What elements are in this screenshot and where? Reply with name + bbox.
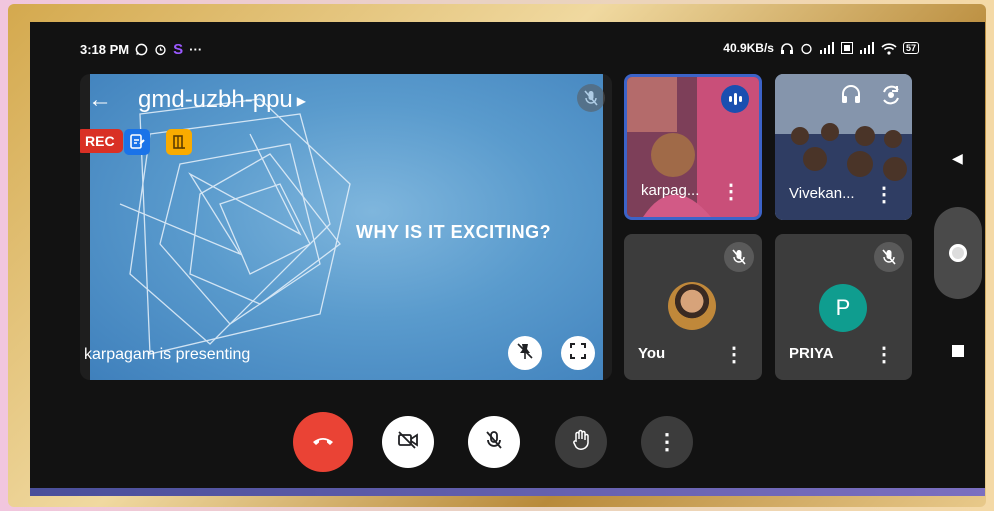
more-options-icon[interactable]: ⋮ <box>874 345 894 365</box>
nav-recents-icon[interactable] <box>952 345 964 357</box>
end-call-icon <box>312 433 334 451</box>
network-speed: 40.9KB/s <box>723 41 774 55</box>
speaking-indicator-icon <box>721 85 749 113</box>
camera-off-icon <box>397 430 419 454</box>
mic-off-icon <box>874 242 904 272</box>
nav-back-icon[interactable]: ◀ <box>952 150 963 167</box>
more-notifications: ··· <box>189 42 203 57</box>
meeting-code-text: gmd-uzbh-ppu <box>138 86 293 113</box>
battery-icon: 57 <box>902 42 919 54</box>
end-call-button[interactable] <box>293 412 353 472</box>
participant-name: You <box>638 345 666 362</box>
presentation-tile[interactable]: WHY IS IT EXCITING? ← gmd-uzbh-ppu ▶ REC … <box>80 74 612 380</box>
mic-off-icon <box>724 242 754 272</box>
status-right: 40.9KB/s 57 <box>723 41 919 55</box>
chevron-right-icon: ▶ <box>296 93 306 108</box>
alarm-icon <box>154 43 167 56</box>
status-left: 3:18 PM S ··· <box>80 41 202 58</box>
status-bar: 3:18 PM S ··· 40.9KB/s 57 <box>30 22 985 62</box>
shared-slide: WHY IS IT EXCITING? <box>90 74 603 380</box>
clock: 3:18 PM <box>80 42 130 57</box>
android-nav-bar: ◀ <box>932 22 985 496</box>
home-icon <box>949 244 967 262</box>
captions-icon[interactable] <box>124 129 150 155</box>
participant-name: Vivekan... <box>789 185 855 202</box>
nav-home-button[interactable] <box>934 207 982 299</box>
volte-icon <box>840 42 853 54</box>
presenting-label: karpagam is presenting <box>84 346 251 363</box>
whatsapp-icon <box>135 43 148 56</box>
mic-off-icon <box>577 84 605 112</box>
participant-tile[interactable]: Vivekan... ⋮ <box>775 74 912 220</box>
camera-toggle-button[interactable] <box>382 416 434 468</box>
raise-hand-button[interactable] <box>555 416 607 468</box>
meeting-code[interactable]: gmd-uzbh-ppu ▶ <box>138 86 306 114</box>
alarm-icon <box>800 42 813 55</box>
participant-tile[interactable]: karpag... ⋮ <box>624 74 762 220</box>
participant-name: PRIYA <box>789 345 834 362</box>
fullscreen-icon <box>570 342 586 364</box>
signal-icon <box>819 42 835 54</box>
unpin-button[interactable] <box>508 336 542 370</box>
wifi-icon <box>881 42 897 55</box>
more-options-button[interactable]: ⋮ <box>641 416 693 468</box>
call-controls: ⋮ <box>30 412 985 472</box>
mic-toggle-button[interactable] <box>468 416 520 468</box>
unpin-icon <box>516 342 534 365</box>
mic-off-icon <box>485 430 503 455</box>
phone-screen: 3:18 PM S ··· 40.9KB/s 57 WHY IS IT EXCI… <box>30 22 985 496</box>
signal-icon <box>859 42 875 54</box>
more-options-icon[interactable]: ⋮ <box>724 345 744 365</box>
participant-name: karpag... <box>641 182 700 199</box>
app-s-icon: S <box>173 41 184 58</box>
participant-tile[interactable]: You ⋮ <box>624 234 762 380</box>
avatar: P <box>819 284 867 332</box>
recording-badge[interactable]: REC <box>80 129 123 153</box>
hand-icon <box>572 429 590 456</box>
avatar <box>668 282 716 330</box>
switch-camera-icon[interactable] <box>880 84 902 111</box>
slide-title: WHY IS IT EXCITING? <box>356 222 552 242</box>
headphones-icon[interactable] <box>840 84 862 111</box>
fullscreen-button[interactable] <box>561 336 595 370</box>
back-arrow-icon[interactable]: ← <box>88 86 112 114</box>
participant-tile[interactable]: P PRIYA ⋮ <box>775 234 912 380</box>
screen-bottom-edge <box>30 488 985 496</box>
breakout-room-icon[interactable] <box>166 129 192 155</box>
headset-icon <box>780 42 794 55</box>
more-options-icon[interactable]: ⋮ <box>874 185 894 205</box>
tile-top-icons <box>840 84 902 111</box>
more-options-icon[interactable]: ⋮ <box>721 182 741 202</box>
